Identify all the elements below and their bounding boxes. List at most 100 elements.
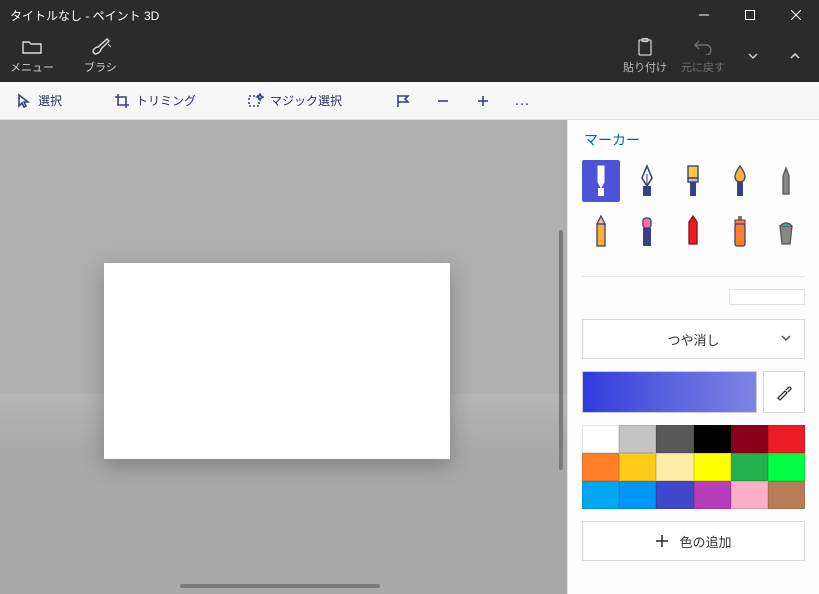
brushes-tab[interactable]: ブラシ [84,37,117,75]
select-tool[interactable]: 選択 [10,88,68,113]
color-swatch[interactable] [694,481,731,509]
brush-eraser[interactable] [628,210,666,252]
color-swatch[interactable] [731,425,768,453]
maximize-button[interactable] [727,0,773,30]
crayon-icon [681,214,705,248]
select-label: 選択 [38,92,62,109]
brush-grid [582,160,805,252]
pixel-pen-icon [774,164,798,198]
color-swatch[interactable] [619,425,656,453]
marker-icon [589,164,613,198]
brush-fill[interactable] [767,210,805,252]
zoom-out-button[interactable] [428,89,458,113]
paintbrush-icon [681,164,705,198]
window-title: タイトルなし - ペイント 3D [0,7,681,24]
brush-pixel-pen[interactable] [767,160,805,202]
toolbar-more-button[interactable]: … [508,88,538,114]
color-swatch[interactable] [731,481,768,509]
canvas-viewport[interactable] [0,120,567,594]
current-color-row [582,371,805,413]
folder-icon [22,37,42,57]
magic-select-label: マジック選択 [270,92,342,109]
bucket-icon [774,214,798,248]
crop-icon [114,93,130,109]
paste-label: 貼り付け [623,59,667,75]
horizontal-scrollbar[interactable] [180,584,380,588]
brush-icon [89,37,111,57]
menu-button[interactable]: メニュー [10,37,54,75]
color-swatch[interactable] [619,453,656,481]
eyedropper-button[interactable] [763,371,805,413]
chevron-down-icon [780,332,792,347]
undo-icon [694,37,712,57]
chevron-up-icon [789,50,801,62]
close-button[interactable] [773,0,819,30]
undo-button[interactable]: 元に戻す [681,37,725,75]
brush-marker[interactable] [582,160,620,202]
color-swatch[interactable] [582,481,619,509]
paste-button[interactable]: 貼り付け [623,37,667,75]
more-label: … [514,92,532,110]
crop-tool[interactable]: トリミング [108,88,202,113]
side-panel: マーカー [567,120,819,594]
minimize-button[interactable] [681,0,727,30]
color-swatch[interactable] [768,481,805,509]
toolbar: 選択 トリミング マジック選択 … [0,82,819,120]
ribbon-more-button[interactable] [739,51,767,61]
collapse-ribbon-button[interactable] [781,50,809,62]
panel-title: マーカー [584,130,805,150]
eyedropper-icon [775,383,793,401]
menu-label: メニュー [10,59,54,75]
clipboard-icon [637,37,653,57]
pen-icon [635,164,659,198]
brush-watercolor[interactable] [721,160,759,202]
undo-label: 元に戻す [681,59,725,75]
main-area: マーカー [0,120,819,594]
brush-spray-can[interactable] [721,210,759,252]
color-swatch[interactable] [656,481,693,509]
titlebar: タイトルなし - ペイント 3D [0,0,819,30]
pencil-icon [589,214,613,248]
divider [582,276,805,277]
magic-select-tool[interactable]: マジック選択 [242,88,348,113]
add-color-label: 色の追加 [679,532,731,551]
magic-select-icon [248,93,264,109]
color-swatch[interactable] [582,425,619,453]
flag-icon [395,93,411,109]
eraser-icon [635,214,659,248]
brush-oil[interactable] [674,160,712,202]
color-swatch[interactable] [768,425,805,453]
color-swatch[interactable] [731,453,768,481]
crop-label: トリミング [136,92,196,109]
thickness-input[interactable] [729,289,805,305]
current-color[interactable] [582,371,757,413]
color-swatch[interactable] [656,425,693,453]
canvas[interactable] [104,263,450,459]
color-swatch[interactable] [582,453,619,481]
plus-icon [655,534,669,548]
vertical-scrollbar[interactable] [559,230,563,470]
plus-icon [475,93,491,109]
app-window: タイトルなし - ペイント 3D メニュー [0,0,819,594]
brush-pencil[interactable] [582,210,620,252]
view-3d-tool[interactable] [388,89,418,113]
brushes-label: ブラシ [84,59,117,75]
cursor-icon [16,93,32,109]
color-swatch[interactable] [768,453,805,481]
color-swatch[interactable] [619,481,656,509]
color-swatch[interactable] [694,453,731,481]
minus-icon [435,93,451,109]
caret-down-icon [748,51,758,61]
zoom-in-button[interactable] [468,89,498,113]
brush-calligraphy-pen[interactable] [628,160,666,202]
color-swatches [582,425,805,509]
finish-dropdown[interactable]: つや消し [582,319,805,359]
add-color-button[interactable]: 色の追加 [582,521,805,561]
window-controls [681,0,819,30]
watercolor-icon [728,164,752,198]
color-swatch[interactable] [656,453,693,481]
ribbon: メニュー ブラシ 貼り付け 元に戻す [0,30,819,82]
brush-crayon[interactable] [674,210,712,252]
finish-label: つや消し [667,330,719,349]
color-swatch[interactable] [694,425,731,453]
